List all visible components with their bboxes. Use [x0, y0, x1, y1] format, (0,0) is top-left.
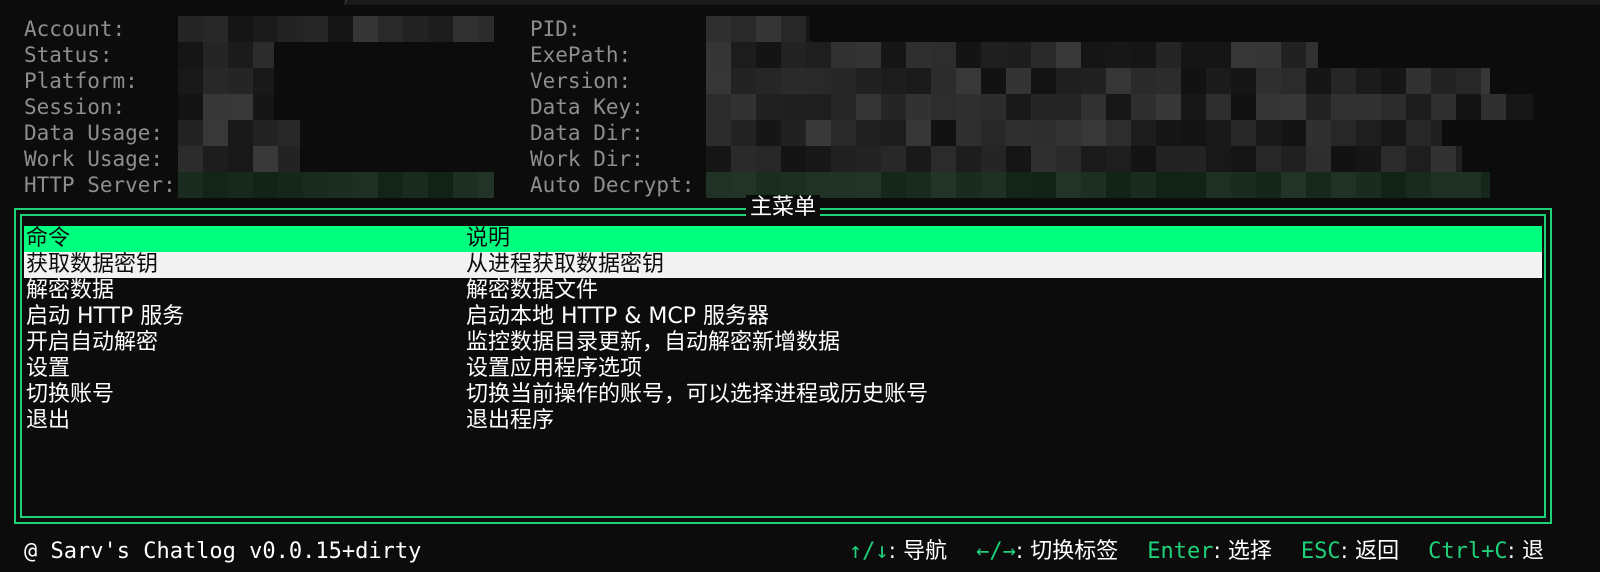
hint-key: Enter: [1147, 539, 1214, 564]
menu-item-command: 切换账号: [26, 382, 115, 407]
main-menu-title: 主菜单: [745, 195, 821, 221]
http-server-label: HTTP Server:: [24, 173, 176, 197]
info-left-column: Account: Status: Platform: Session: Data…: [24, 16, 176, 198]
data-dir-label: Data Dir:: [530, 121, 644, 145]
hint-sep: :: [1015, 539, 1031, 564]
menu-item-get-data-key[interactable]: 获取数据密钥 从进程获取数据密钥: [24, 252, 1542, 278]
hint-action: 切换标签: [1030, 539, 1119, 564]
menu-item-description: 设置应用程序选项: [466, 356, 643, 381]
hint-action: 导航: [903, 539, 948, 564]
menu-item-command: 设置: [26, 356, 71, 381]
exepath-label: ExePath:: [530, 43, 632, 67]
auto-decrypt-label: Auto Decrypt:: [530, 173, 695, 197]
work-dir-label: Work Dir:: [530, 147, 644, 171]
menu-item-command: 获取数据密钥: [26, 252, 159, 277]
app-name: @ Sarv's Chatlog v0.0.15+dirty: [24, 539, 422, 564]
data-usage-label: Data Usage:: [24, 121, 164, 145]
hint-sep: :: [888, 539, 904, 564]
menu-item-settings[interactable]: 设置 设置应用程序选项: [24, 356, 1542, 382]
hint-navigate: ↑/↓: 导航: [849, 539, 947, 564]
menu-item-description: 解密数据文件: [466, 278, 599, 303]
menu-item-decrypt-data[interactable]: 解密数据 解密数据文件: [24, 278, 1542, 304]
terminal-window: Account: Status: Platform: Session: Data…: [0, 0, 1600, 572]
menu-item-start-http[interactable]: 启动 HTTP 服务 启动本地 HTTP & MCP 服务器: [24, 304, 1542, 330]
app-version-label: @ Sarv's Chatlog v0.0.15+dirty: [24, 537, 421, 567]
menu-item-description: 退出程序: [466, 408, 555, 433]
hint-switch-tab: ←/→: 切换标签: [976, 539, 1118, 564]
hint-key: ↑/↓: [848, 539, 889, 564]
work-usage-label: Work Usage:: [24, 147, 164, 171]
session-label: Session:: [24, 95, 126, 119]
menu-item-command: 开启自动解密: [26, 330, 159, 355]
menu-item-description: 切换当前操作的账号，可以选择进程或历史账号: [466, 382, 929, 407]
menu-table-header: 命令 说明: [24, 226, 1542, 252]
menu-item-description: 监控数据目录更新，自动解密新增数据: [466, 330, 841, 355]
hint-key: ←/→: [976, 539, 1016, 564]
menu-item-command: 退出: [26, 408, 71, 433]
pid-label: PID:: [530, 17, 581, 41]
hint-key: Ctrl+C: [1428, 539, 1508, 564]
tab-bar-edge: [0, 0, 1600, 5]
hint-action: 选择: [1227, 539, 1272, 564]
hint-sep: :: [1340, 539, 1356, 564]
active-tab-edge[interactable]: [0, 0, 347, 5]
menu-item-switch-account[interactable]: 切换账号 切换当前操作的账号，可以选择进程或历史账号: [24, 382, 1542, 408]
menu-item-exit[interactable]: 退出 退出程序: [24, 408, 1542, 434]
menu-item-description: 启动本地 HTTP & MCP 服务器: [466, 304, 770, 329]
command-column-header: 命令: [26, 226, 71, 251]
data-key-label: Data Key:: [530, 95, 644, 119]
platform-label: Platform:: [24, 69, 138, 93]
keyboard-hints: ↑/↓: 导航 ←/→: 切换标签 Enter: 选择 ESC: 返回 Ctrl…: [849, 537, 1544, 567]
hint-back: ESC: 返回: [1301, 539, 1399, 564]
hint-select: Enter: 选择: [1147, 539, 1272, 564]
menu-item-command: 解密数据: [26, 278, 115, 303]
hint-sep: :: [1507, 539, 1522, 564]
hint-quit: Ctrl+C: 退: [1428, 539, 1544, 564]
menu-item-auto-decrypt[interactable]: 开启自动解密 监控数据目录更新，自动解密新增数据: [24, 330, 1542, 356]
version-label: Version:: [530, 69, 632, 93]
hint-sep: :: [1213, 539, 1228, 564]
hint-action: 退: [1521, 539, 1544, 564]
hint-key: ESC: [1300, 539, 1341, 564]
menu-table: 命令 说明 获取数据密钥 从进程获取数据密钥 解密数据 解密数据文件 启动 HT…: [24, 226, 1542, 434]
menu-item-description: 从进程获取数据密钥: [466, 252, 665, 277]
main-menu-panel: 主菜单 命令 说明 获取数据密钥 从进程获取数据密钥 解密数据 解密数据文件 启…: [14, 195, 1552, 524]
description-column-header: 说明: [466, 226, 511, 251]
info-right-column: PID: ExePath: Version: Data Key: Data Di…: [530, 16, 694, 198]
menu-item-command: 启动 HTTP 服务: [26, 304, 185, 329]
account-label: Account:: [24, 17, 126, 41]
hint-action: 返回: [1355, 539, 1400, 564]
status-label: Status:: [24, 43, 113, 67]
